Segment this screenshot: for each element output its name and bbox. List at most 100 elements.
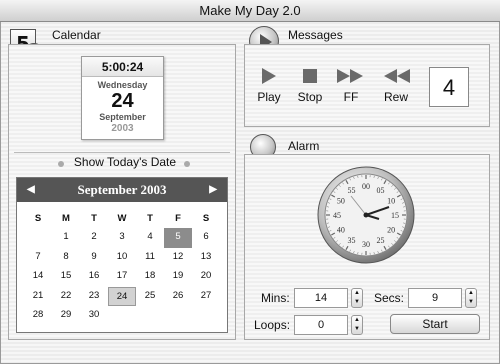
- calendar-day-cell[interactable]: 9: [80, 248, 108, 268]
- dial-number: 45: [333, 211, 341, 220]
- calendar-week-row: 28 29 30: [17, 306, 227, 326]
- calendar-day-cell[interactable]: 28: [24, 306, 52, 326]
- dot-right-icon: [184, 161, 190, 167]
- date-card: 5:00:24 Wednesday 24 September 2003: [81, 56, 164, 140]
- calendar-empty-cell: [164, 306, 192, 326]
- calendar-section-title: Calendar: [52, 28, 101, 42]
- stop-label: Stop: [297, 90, 323, 104]
- calendar-day-cell[interactable]: 18: [136, 267, 164, 287]
- calendar-day-cell[interactable]: 3: [108, 228, 136, 248]
- rewind-icon: [375, 68, 417, 84]
- calendar-day-cell[interactable]: 22: [52, 287, 80, 307]
- current-weekday: Wednesday: [97, 80, 148, 90]
- calendar-day-cell[interactable]: 14: [24, 267, 52, 287]
- next-month-arrow-icon[interactable]: ▶: [209, 178, 217, 202]
- calendar-day-cell[interactable]: 16: [80, 267, 108, 287]
- dial-number: 15: [391, 211, 399, 220]
- mins-stepper[interactable]: ▲ ▼: [351, 288, 363, 308]
- month-calendar: ◀ September 2003 ▶ SMTWTFS 1 2 3 4 5 6 7 8 9 10 11…: [16, 177, 228, 333]
- calendar-day-cell[interactable]: 4: [136, 228, 164, 248]
- rewind-label: Rew: [383, 90, 408, 104]
- day-of-week-header: T: [91, 213, 97, 224]
- dial-number: 20: [387, 226, 395, 235]
- rewind-button[interactable]: Rew: [375, 68, 417, 104]
- calendar-empty-cell: [108, 306, 136, 326]
- calendar-empty-cell: [192, 306, 220, 326]
- calendar-week-row: 123456: [17, 228, 227, 248]
- dial-number: 35: [348, 236, 356, 245]
- window-title: Make My Day 2.0: [199, 3, 301, 18]
- calendar-empty-cell: [136, 306, 164, 326]
- fast-forward-label: FF: [343, 90, 359, 104]
- play-label: Play: [257, 90, 281, 104]
- calendar-day-cell[interactable]: 30: [80, 306, 108, 326]
- calendar-day-cell[interactable]: 26: [164, 287, 192, 307]
- calendar-empty-cell: [24, 228, 52, 248]
- window-title-bar: Make My Day 2.0: [0, 0, 500, 22]
- messages-section-title: Messages: [288, 28, 343, 42]
- calendar-day-cell[interactable]: 29: [52, 306, 80, 326]
- secs-field[interactable]: 9: [408, 288, 462, 308]
- prev-month-arrow-icon[interactable]: ◀: [27, 178, 35, 202]
- calendar-day-cell[interactable]: 12: [164, 248, 192, 268]
- calendar-week-row: 14 15 16 17 18 19 20: [17, 267, 227, 287]
- alarm-section-title: Alarm: [288, 139, 320, 153]
- calendar-day-cell[interactable]: 17: [108, 267, 136, 287]
- current-time: 5:00:24: [82, 57, 163, 77]
- day-of-week-header: S: [34, 213, 42, 224]
- calendar-day-cell[interactable]: 2: [80, 228, 108, 248]
- stepper-down-icon: ▼: [354, 326, 360, 332]
- loops-label: Loops:: [254, 318, 291, 332]
- stop-icon: [289, 68, 331, 84]
- calendar-day-cell[interactable]: 13: [192, 248, 220, 268]
- dial-number: 40: [337, 226, 345, 235]
- calendar-day-cell[interactable]: 1: [52, 228, 80, 248]
- calendar-day-cell[interactable]: 25: [136, 287, 164, 307]
- month-calendar-title: September 2003: [77, 182, 167, 197]
- calendar-day-cell[interactable]: 15: [52, 267, 80, 287]
- calendar-week-row: 21 22 23 24 25 26 27: [17, 286, 227, 307]
- stop-button[interactable]: Stop: [289, 68, 331, 104]
- calendar-day-cell[interactable]: 19: [164, 267, 192, 287]
- stepper-down-icon: ▼: [354, 299, 360, 305]
- calendar-day-cell[interactable]: 27: [192, 287, 220, 307]
- calendar-day-cell[interactable]: 10: [108, 248, 136, 268]
- stepper-up-icon: ▲: [354, 317, 360, 323]
- calendar-day-cell[interactable]: 11: [136, 248, 164, 268]
- show-todays-date-button[interactable]: Show Today's Date: [60, 155, 190, 169]
- fast-forward-icon: [330, 68, 372, 84]
- calendar-day-cell[interactable]: 21: [24, 287, 52, 307]
- calendar-day-cell[interactable]: 5: [164, 228, 192, 248]
- day-of-week-header: W: [117, 213, 127, 224]
- secs-stepper[interactable]: ▲ ▼: [465, 288, 477, 308]
- calendar-day-cell[interactable]: 7: [24, 248, 52, 268]
- current-month: September: [99, 112, 146, 122]
- current-year: 2003: [111, 123, 134, 134]
- stepper-up-icon: ▲: [468, 290, 474, 296]
- calendar-day-cell[interactable]: 23: [80, 287, 108, 307]
- start-button[interactable]: Start: [390, 314, 480, 334]
- alarm-clock-dial: 00 05 10 15 20 25 30 35 40 45 50 55: [317, 166, 415, 264]
- play-button[interactable]: Play: [248, 68, 290, 104]
- dial-number: 25: [377, 236, 385, 245]
- days-of-week-row: SMTWTFS: [17, 210, 227, 228]
- play-icon: [248, 68, 290, 84]
- calendar-day-cell[interactable]: 8: [52, 248, 80, 268]
- message-count: 4: [429, 67, 469, 107]
- stepper-down-icon: ▼: [468, 299, 474, 305]
- loops-field[interactable]: 0: [294, 315, 348, 335]
- calendar-day-cell[interactable]: 6: [192, 228, 220, 248]
- loops-stepper[interactable]: ▲ ▼: [351, 315, 363, 335]
- dial-number: 30: [362, 240, 370, 249]
- dial-number: 10: [387, 197, 395, 206]
- dial-center: [363, 212, 369, 218]
- calendar-day-cell[interactable]: 20: [192, 267, 220, 287]
- day-of-week-header: T: [147, 213, 153, 224]
- dial-number: 05: [377, 186, 385, 195]
- dial-number: 55: [348, 186, 356, 195]
- calendar-day-cell[interactable]: 24: [108, 286, 137, 306]
- mins-field[interactable]: 14: [294, 288, 348, 308]
- stepper-up-icon: ▲: [354, 290, 360, 296]
- month-calendar-header: ◀ September 2003 ▶: [17, 178, 227, 202]
- fast-forward-button[interactable]: FF: [330, 68, 372, 104]
